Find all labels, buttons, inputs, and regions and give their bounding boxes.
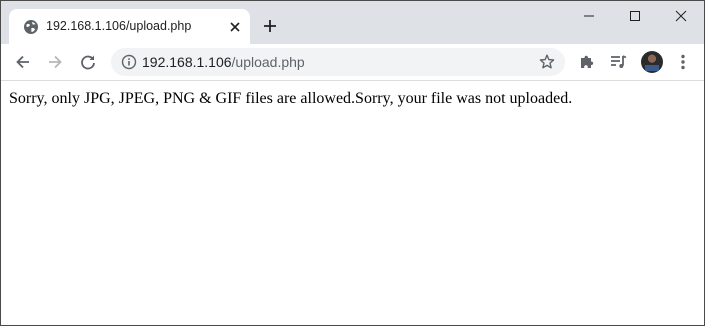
browser-toolbar: 192.168.1.106/upload.php bbox=[1, 44, 704, 81]
extensions-button[interactable] bbox=[577, 52, 597, 72]
profile-avatar[interactable] bbox=[641, 51, 663, 73]
media-queue-icon bbox=[611, 55, 627, 68]
window-close-button[interactable] bbox=[658, 1, 704, 31]
url-host: 192.168.1.106 bbox=[142, 54, 232, 70]
page-content: Sorry, only JPG, JPEG, PNG & GIF files a… bbox=[1, 81, 704, 325]
maximize-icon bbox=[630, 11, 640, 21]
globe-icon bbox=[23, 19, 39, 35]
star-icon[interactable] bbox=[538, 53, 556, 71]
tab-title: 192.168.1.106/upload.php bbox=[46, 19, 192, 33]
forward-button[interactable] bbox=[45, 52, 65, 72]
url-text[interactable]: 192.168.1.106/upload.php bbox=[142, 53, 305, 71]
close-icon bbox=[675, 10, 687, 22]
minimize-icon bbox=[584, 15, 594, 17]
browser-window: 192.168.1.106/upload.php 192.168.1.106/u… bbox=[0, 0, 705, 326]
maximize-button[interactable] bbox=[612, 1, 658, 31]
arrow-left-icon bbox=[16, 55, 29, 69]
close-icon[interactable] bbox=[227, 19, 243, 35]
plus-icon bbox=[264, 20, 276, 32]
reload-button[interactable] bbox=[78, 52, 98, 72]
new-tab-button[interactable] bbox=[262, 18, 278, 34]
upload-error-message: Sorry, only JPG, JPEG, PNG & GIF files a… bbox=[9, 90, 573, 107]
avatar-shirt bbox=[645, 65, 659, 71]
info-icon[interactable] bbox=[121, 54, 137, 70]
puzzle-icon bbox=[581, 55, 594, 68]
address-bar[interactable]: 192.168.1.106/upload.php bbox=[111, 48, 565, 76]
url-path: /upload.php bbox=[231, 54, 305, 70]
back-button[interactable] bbox=[13, 52, 33, 72]
arrow-right-icon bbox=[49, 55, 62, 69]
browser-menu-button[interactable] bbox=[673, 52, 693, 72]
tab-active[interactable]: 192.168.1.106/upload.php bbox=[9, 9, 250, 44]
reload-icon bbox=[81, 55, 95, 70]
tab-strip: 192.168.1.106/upload.php bbox=[1, 1, 704, 44]
kebab-menu-icon bbox=[681, 54, 685, 70]
minimize-button[interactable] bbox=[566, 1, 612, 31]
media-controls-button[interactable] bbox=[608, 52, 628, 72]
